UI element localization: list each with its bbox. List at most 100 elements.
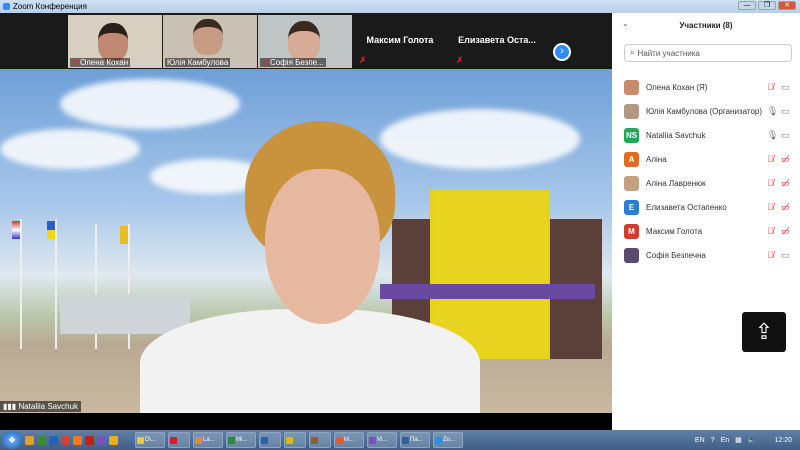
thumbnail-strip: 🎙̸ Олена Кохан Юлія Камбулова 🎙̸ Софія Без… xyxy=(0,13,612,69)
speaker-name: Nataliia Savchuk xyxy=(18,402,79,411)
video-icon[interactable]: ▭ xyxy=(781,250,790,261)
thumbnail-video[interactable]: 🎙̸ Олена Кохан xyxy=(68,15,162,68)
avatar xyxy=(624,247,639,263)
mic-muted-icon[interactable]: 🎙̸ xyxy=(767,154,774,164)
search-icon: ⌕ xyxy=(630,48,635,57)
mic-muted-icon[interactable]: 🎙̸ xyxy=(767,250,774,260)
title-bar: Zoom Конференция — ❐ ✕ xyxy=(0,0,800,13)
participant-row[interactable]: M Максим Голота 🎙̸ ▭̸ xyxy=(612,220,800,242)
mic-muted-icon[interactable]: 🎙̸ xyxy=(767,82,774,92)
excel-icon[interactable] xyxy=(37,435,46,445)
search-placeholder: Найти участника xyxy=(637,48,700,58)
participant-name: Елизавета Остапенко xyxy=(646,202,727,212)
maximize-button[interactable]: ❐ xyxy=(758,1,776,10)
next-page-button[interactable]: › xyxy=(553,43,571,61)
participant-row[interactable]: Юлія Камбулова (Организатор) 🎙 ▭ xyxy=(612,100,800,122)
participant-name: Аліна Лавренюк xyxy=(646,178,706,188)
clock[interactable]: 12:20 xyxy=(774,437,792,444)
thumbnail-tile[interactable]: Елизавета Оста... ✗ xyxy=(450,15,544,68)
taskbar-button-label: La... xyxy=(203,437,215,443)
speaker-figure xyxy=(140,309,480,413)
thumbnail-name: Юлія Камбулова xyxy=(167,58,229,67)
mic-muted-icon[interactable]: 🎙̸ xyxy=(767,226,774,236)
video-off-icon[interactable]: ▭̸ xyxy=(781,154,790,165)
help-icon[interactable]: ? xyxy=(711,437,715,444)
mic-icon[interactable]: 🎙 xyxy=(767,106,778,117)
taskbar-button[interactable] xyxy=(259,432,281,448)
participant-row[interactable]: E Елизавета Остапенко 🎙̸ ▭̸ xyxy=(612,196,800,218)
firefox-icon[interactable] xyxy=(73,435,82,445)
taskbar-button[interactable]: La... xyxy=(193,432,223,448)
avatar xyxy=(624,175,639,191)
taskbar-button[interactable] xyxy=(284,432,306,448)
taskbar-button[interactable] xyxy=(309,432,331,448)
taskbar-button[interactable]: Mi... xyxy=(226,432,256,448)
thumbnail-video[interactable]: 🎙̸ Софія Безпе... xyxy=(258,15,352,68)
video-off-icon[interactable]: ▭̸ xyxy=(781,226,790,237)
thumbnail-tile[interactable]: Максим Голота ✗ xyxy=(353,15,447,68)
taskbar-button-label: D\... xyxy=(145,437,157,443)
close-button[interactable]: ✕ xyxy=(778,1,796,10)
app-icon xyxy=(286,436,293,444)
quicklaunch-icon[interactable] xyxy=(25,435,34,445)
word-icon[interactable] xyxy=(49,435,58,445)
app-icon xyxy=(402,436,409,444)
app-icon xyxy=(435,436,442,444)
taskbar-button[interactable]: D\... xyxy=(135,432,165,448)
app-icon xyxy=(170,436,177,444)
language-indicator[interactable]: EN xyxy=(695,437,705,444)
taskbar-button[interactable]: Zo... xyxy=(433,432,463,448)
video-icon[interactable]: ▭ xyxy=(781,130,790,141)
app-icon xyxy=(311,436,318,444)
participant-row[interactable]: A Аліна 🎙̸ ▭̸ xyxy=(612,148,800,170)
mic-muted-icon: ✗ xyxy=(359,55,367,65)
mic-muted-icon: 🎙̸ xyxy=(72,58,78,67)
participant-row[interactable]: Аліна Лавренюк 🎙̸ ▭̸ xyxy=(612,172,800,194)
video-icon[interactable]: ▭ xyxy=(781,82,790,93)
window-title: Zoom Конференция xyxy=(13,2,87,11)
participant-row[interactable]: NS Nataliia Savchuk 🎙 ▭ xyxy=(612,124,800,146)
app-icon xyxy=(195,436,202,444)
participant-name: Софія Безпечна xyxy=(646,250,706,260)
video-off-icon[interactable]: ▭̸ xyxy=(781,202,790,213)
mic-muted-icon[interactable]: 🎙̸ xyxy=(767,202,774,212)
thumbnail-video[interactable]: Юлія Камбулова xyxy=(163,15,257,68)
thumbnail-name: Елизавета Оста... xyxy=(458,35,536,45)
participant-row[interactable]: Олена Кохан (Я) 🎙̸ ▭ xyxy=(612,76,800,98)
mic-icon[interactable]: 🎙 xyxy=(767,130,778,141)
avatar: M xyxy=(624,223,639,239)
viber-icon[interactable] xyxy=(97,435,106,445)
panel-title: Участники (8) xyxy=(679,21,733,30)
participant-row[interactable]: Софія Безпечна 🎙̸ ▭ xyxy=(612,244,800,266)
share-screen-icon[interactable]: ⇪ xyxy=(742,312,786,352)
taskbar-button-label: Vi... xyxy=(377,437,388,443)
thumbnail-name: Олена Кохан xyxy=(80,58,129,67)
participant-name: Аліна xyxy=(646,154,667,164)
participant-name: Максим Голота xyxy=(646,226,703,236)
participant-name: Юлія Камбулова (Организатор) xyxy=(646,106,763,116)
keyboard-layout[interactable]: En xyxy=(721,437,730,444)
taskbar-button-label: Zo... xyxy=(443,437,456,443)
taskbar-button[interactable] xyxy=(168,432,190,448)
taskbar-button[interactable]: Vi... xyxy=(367,432,397,448)
avatar xyxy=(624,79,639,95)
taskbar-button[interactable]: Па... xyxy=(400,432,430,448)
video-off-icon[interactable]: ▭̸ xyxy=(781,178,790,189)
app-icon[interactable] xyxy=(61,435,70,445)
participant-search-input[interactable]: ⌕ Найти участника xyxy=(624,44,792,62)
taskbar-button-label: Mi... xyxy=(236,437,248,443)
taskbar-button[interactable]: M... xyxy=(334,432,364,448)
windows-taskbar: ❖ D\... La... Mi... M... Vi... Па... Zo... EN … xyxy=(0,430,800,450)
app-icon[interactable] xyxy=(85,435,94,445)
avatar xyxy=(624,103,639,119)
volume-icon[interactable]: 🔈 xyxy=(748,436,757,444)
app-icon[interactable] xyxy=(109,435,118,445)
participants-panel: ⌄ Участники (8) ⌕ Найти участника Олена … xyxy=(612,13,800,430)
network-icon[interactable]: ▦ xyxy=(735,436,742,444)
minimize-button[interactable]: — xyxy=(738,1,756,10)
main-video xyxy=(0,69,612,413)
start-button[interactable]: ❖ xyxy=(2,431,22,449)
mic-muted-icon[interactable]: 🎙̸ xyxy=(767,178,774,188)
video-icon[interactable]: ▭ xyxy=(781,106,790,117)
app-icon xyxy=(369,436,376,444)
